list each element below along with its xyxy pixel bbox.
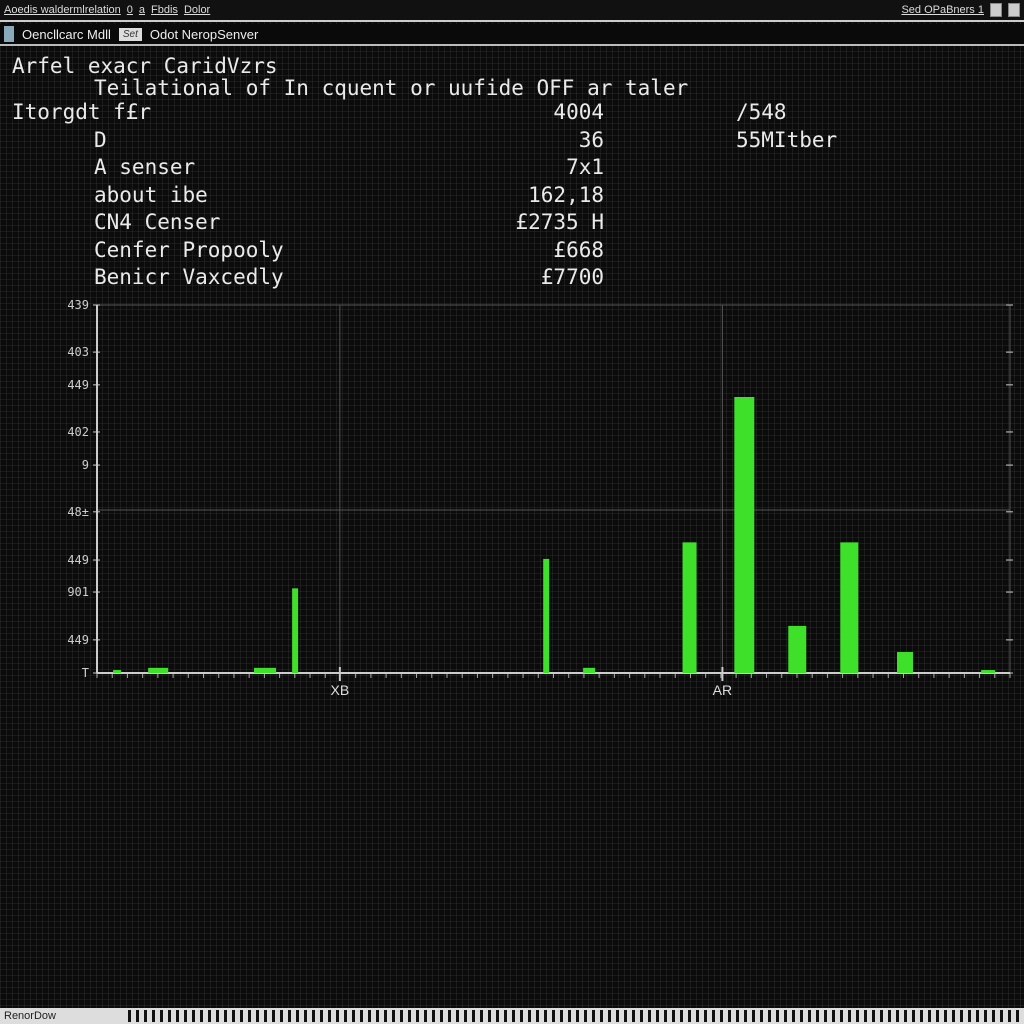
y-tick-label: 403 <box>67 345 89 359</box>
y-tick-label: 48± <box>67 505 89 519</box>
bar <box>292 588 299 673</box>
bar <box>543 558 550 673</box>
bar <box>253 667 276 673</box>
bar <box>788 625 807 673</box>
bar <box>734 397 755 673</box>
x-tick-label: XB <box>331 682 350 698</box>
bar <box>148 667 169 673</box>
bar <box>682 542 697 673</box>
status-bar: RenorDow <box>0 1008 1024 1024</box>
bar <box>840 542 859 673</box>
bar <box>897 652 914 673</box>
x-tick-label: AR <box>713 682 732 698</box>
y-tick-label: 449 <box>67 633 89 647</box>
bar <box>113 670 122 673</box>
y-tick-label: T <box>82 666 89 680</box>
y-tick-label: 449 <box>67 378 89 392</box>
y-tick-label: 439 <box>67 298 89 312</box>
y-tick-label: 901 <box>67 585 89 599</box>
y-tick-label: 449 <box>67 553 89 567</box>
progress-strip <box>128 1010 1024 1022</box>
bar <box>583 667 596 673</box>
bar <box>981 670 996 673</box>
status-label: RenorDow <box>4 1010 56 1022</box>
plot-frame <box>96 304 1011 674</box>
y-tick-label: 402 <box>67 425 89 439</box>
bar-chart: XB AR 439 403 449 402 9 48± 449 901 449 T <box>67 298 1013 698</box>
y-tick-label: 9 <box>82 458 89 472</box>
